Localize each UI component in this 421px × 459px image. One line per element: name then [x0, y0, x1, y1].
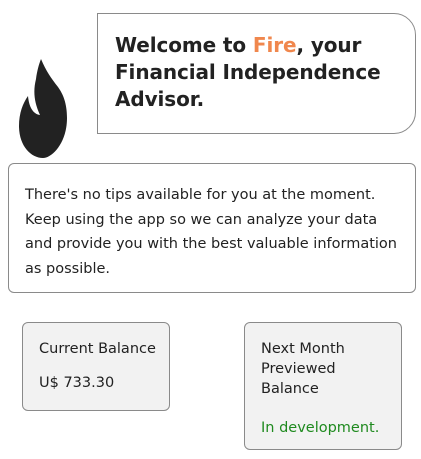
tips-card: There's no tips available for you at the… [8, 163, 416, 293]
welcome-prefix: Welcome to [115, 33, 253, 57]
welcome-message: Welcome to Fire, your Financial Independ… [97, 13, 416, 134]
current-balance-title: Current Balance [39, 341, 156, 357]
brand-name: Fire [252, 33, 297, 57]
next-month-balance-status: In development. [261, 420, 380, 436]
current-balance-card: Current Balance U$ 733.30 [22, 322, 170, 411]
current-balance-value: U$ 733.30 [39, 375, 115, 391]
tips-message: There's no tips available for you at the… [25, 187, 397, 277]
flame-icon [19, 58, 67, 158]
next-month-balance-title: Next Month Previewed Balance [261, 341, 345, 397]
next-month-balance-card: Next Month Previewed Balance In developm… [244, 322, 402, 450]
app-screen: Welcome to Fire, your Financial Independ… [0, 0, 421, 459]
